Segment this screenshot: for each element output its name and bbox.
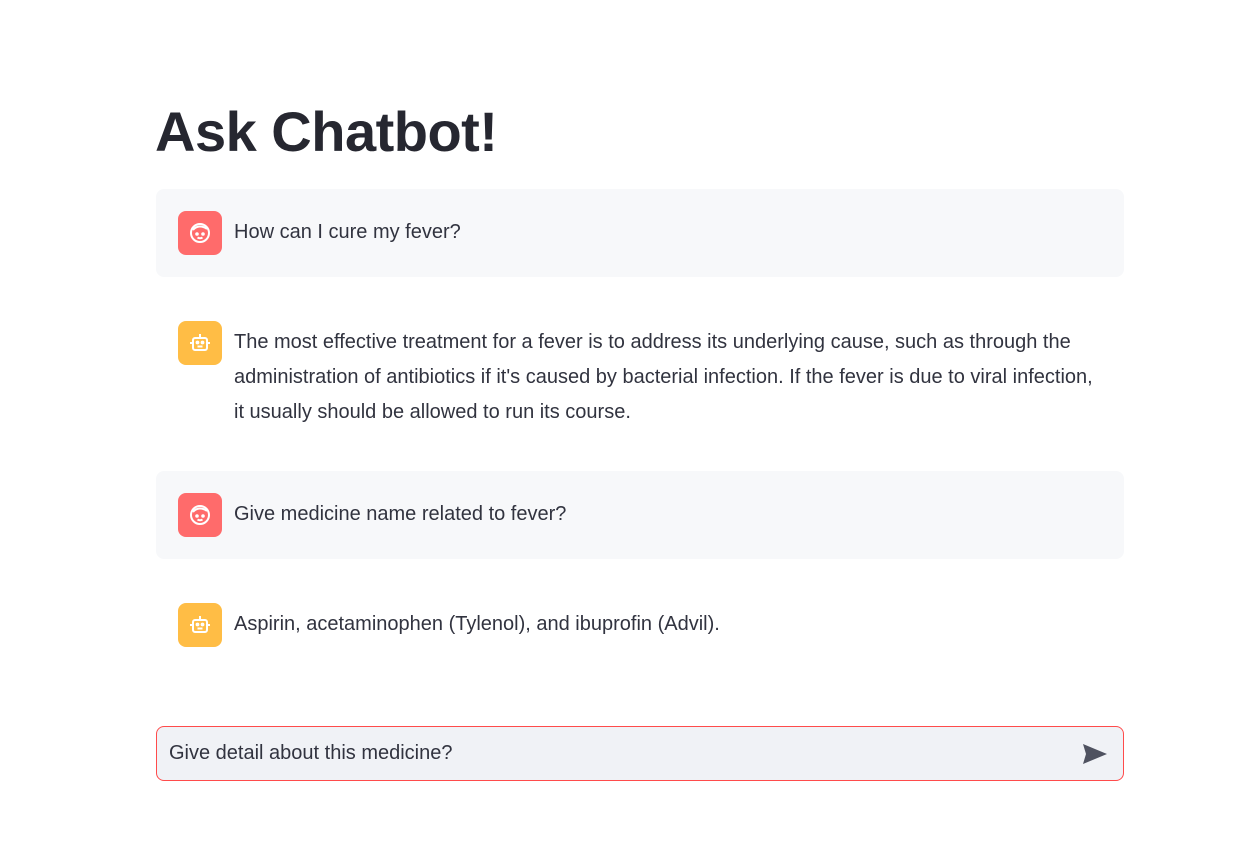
message-text: How can I cure my fever?	[234, 221, 461, 243]
message-text: The most effective treatment for a fever…	[234, 331, 1093, 423]
chat-message-assistant: Aspirin, acetaminophen (Tylenol), and ib…	[156, 581, 1124, 669]
chat-input[interactable]	[157, 727, 1067, 780]
send-icon	[1083, 743, 1107, 764]
message-text: Aspirin, acetaminophen (Tylenol), and ib…	[234, 613, 720, 635]
chat-message-user: How can I cure my fever?	[156, 189, 1124, 277]
user-face-icon	[178, 493, 222, 537]
chat-page: Ask Chatbot! How can I cure my fever? Th…	[0, 0, 1247, 849]
robot-icon	[178, 321, 222, 365]
send-button[interactable]	[1067, 727, 1123, 780]
user-face-icon	[178, 211, 222, 255]
chat-message-assistant: The most effective treatment for a fever…	[156, 299, 1124, 449]
chat-message-user: Give medicine name related to fever?	[156, 471, 1124, 559]
chat-input-container	[156, 726, 1124, 781]
message-text: Give medicine name related to fever?	[234, 503, 567, 525]
robot-icon	[178, 603, 222, 647]
page-title: Ask Chatbot!	[155, 100, 498, 163]
